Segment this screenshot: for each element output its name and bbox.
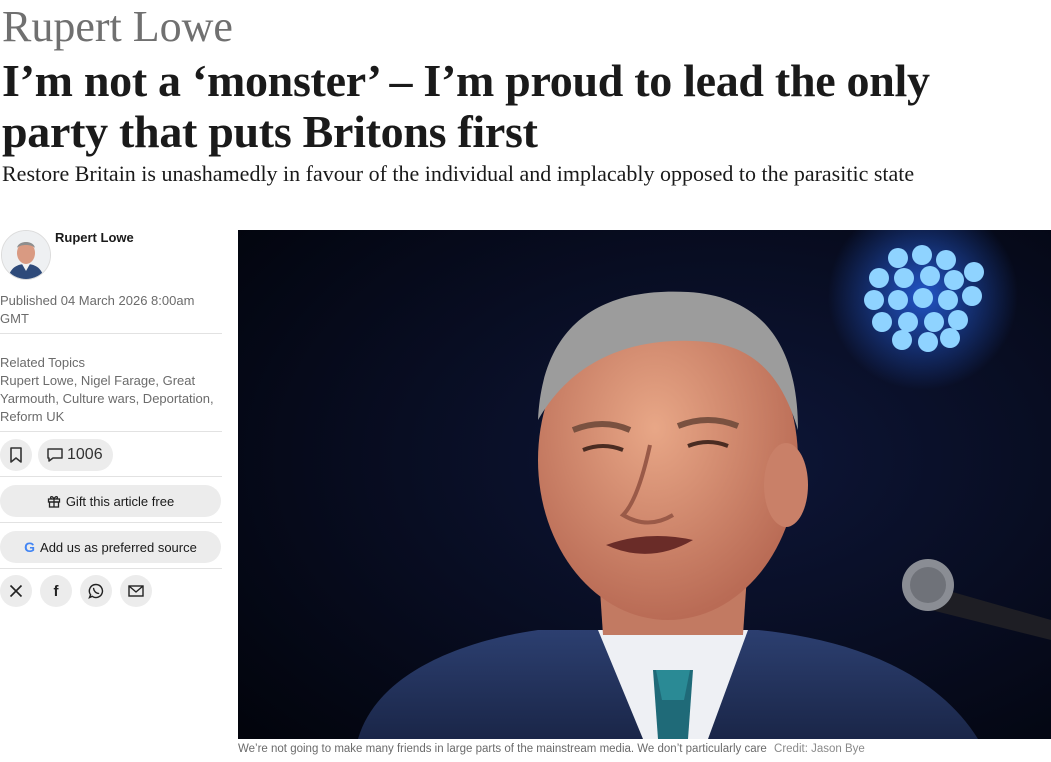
facebook-icon: f <box>53 582 59 600</box>
speaker-photo <box>238 230 1051 739</box>
photo-caption: We’re not going to make many friends in … <box>238 743 865 755</box>
comment-count: 1006 <box>67 446 103 463</box>
caption-text: We’re not going to make many friends in … <box>238 743 767 755</box>
article-standfirst: Restore Britain is unashamedly in favour… <box>2 161 915 186</box>
gift-icon <box>47 496 60 508</box>
author-byline: Rupert Lowe <box>0 230 222 282</box>
divider <box>0 476 222 477</box>
photo-credit: Credit: Jason Bye <box>774 743 865 755</box>
divider <box>0 522 222 523</box>
section-kicker[interactable]: Rupert Lowe <box>2 2 233 52</box>
article-headline: I’m not a ‘monster’ – I’m proud to lead … <box>2 55 930 157</box>
gift-article-label: Gift this article free <box>65 493 175 509</box>
author-name[interactable]: Rupert Lowe <box>55 230 134 245</box>
comments-button[interactable]: 1006 <box>38 439 113 471</box>
preferred-source-label: Add us as preferred source <box>40 539 197 555</box>
share-x-button[interactable] <box>0 575 32 607</box>
share-facebook-button[interactable]: f <box>40 575 72 607</box>
related-topics-heading: Related Topics <box>0 355 86 370</box>
publish-date: Published 04 March 2026 8:00am GMT <box>0 293 195 326</box>
share-buttons: f <box>0 575 222 607</box>
comment-icon <box>47 448 63 462</box>
whatsapp-icon <box>88 583 104 599</box>
divider <box>0 568 222 569</box>
avatar[interactable] <box>1 230 51 280</box>
gift-article-button[interactable]: Gift this article free <box>0 485 221 517</box>
article-sidebar: Rupert Lowe Published 04 March 2026 8:00… <box>0 230 222 607</box>
share-email-button[interactable] <box>120 575 152 607</box>
google-icon: G <box>24 539 36 555</box>
bookmark-icon <box>10 447 22 463</box>
x-icon <box>9 584 23 598</box>
article-actions: 1006 <box>0 439 222 471</box>
article-hero-image[interactable] <box>238 230 1051 739</box>
divider <box>0 333 222 334</box>
bookmark-button[interactable] <box>0 439 32 471</box>
related-topics-list[interactable]: Rupert Lowe, Nigel Farage, Great Yarmout… <box>0 372 215 426</box>
preferred-source-button[interactable]: G Add us as preferred source <box>0 531 221 563</box>
email-icon <box>128 585 144 597</box>
divider <box>0 431 222 432</box>
share-whatsapp-button[interactable] <box>80 575 112 607</box>
